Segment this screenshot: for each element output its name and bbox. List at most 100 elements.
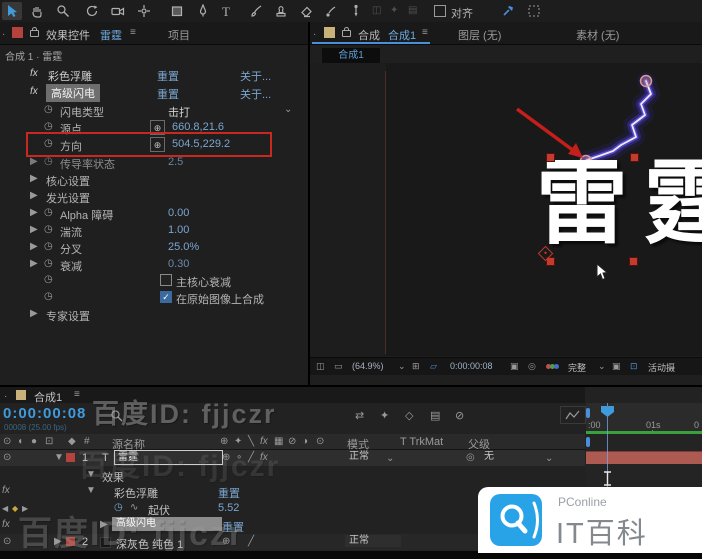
- snapshot-icon[interactable]: ▣: [510, 361, 519, 372]
- keyframe-prev-icon[interactable]: ◀: [2, 504, 8, 514]
- comp-subtab[interactable]: 合成1: [322, 48, 380, 63]
- reset-link[interactable]: 重置: [157, 68, 179, 84]
- fx-badge-icon[interactable]: fx: [2, 520, 10, 530]
- selection-handle[interactable]: [629, 257, 638, 266]
- param-value[interactable]: 2.5: [168, 156, 183, 168]
- lock-icon[interactable]: [342, 27, 351, 37]
- multi-view-icon[interactable]: ◫: [316, 361, 325, 372]
- graph-editor-button[interactable]: [560, 406, 586, 424]
- work-area-start-marker[interactable]: [586, 408, 590, 418]
- selection-handle[interactable]: [546, 153, 555, 162]
- parent-chevron-icon[interactable]: ⌄: [545, 454, 553, 464]
- resolution-chevron-icon[interactable]: ⌄: [598, 361, 606, 372]
- viewer-timecode[interactable]: 0:00:00:08: [450, 361, 493, 371]
- composition-viewport[interactable]: 雷霆: [310, 63, 702, 356]
- composite-toggle-icon[interactable]: ⇄: [355, 411, 364, 422]
- tab-composition-name[interactable]: 合成1: [388, 27, 416, 43]
- tab-project[interactable]: 项目: [168, 27, 190, 43]
- roi-icon[interactable]: ▱: [430, 361, 437, 372]
- stopwatch-icon[interactable]: ◷: [44, 208, 53, 218]
- composite-checkbox[interactable]: ✓: [160, 291, 172, 303]
- type-tool-icon[interactable]: T: [216, 2, 236, 20]
- expander-closed-icon[interactable]: ▶: [30, 242, 38, 252]
- shy-icon[interactable]: ◇: [405, 411, 413, 422]
- group-label[interactable]: 发光设置: [46, 190, 90, 206]
- tab-effect-target[interactable]: 雷霆: [100, 27, 122, 43]
- zoom-tool-icon[interactable]: [53, 2, 73, 20]
- stopwatch-icon[interactable]: ◷: [44, 292, 53, 302]
- panel-menu-icon[interactable]: ≡: [422, 28, 428, 38]
- blend-mode-dropdown[interactable]: 正常: [345, 535, 401, 547]
- in-point-marker[interactable]: [586, 437, 590, 447]
- zoom-level[interactable]: (64.9%): [352, 361, 384, 371]
- pin-blue-icon[interactable]: [498, 2, 518, 20]
- frame-blend-icon[interactable]: ▤: [430, 411, 440, 422]
- channel-blue-dot[interactable]: [554, 364, 559, 369]
- stopwatch-icon[interactable]: ◷: [44, 242, 53, 252]
- tab-composition[interactable]: 合成: [358, 27, 380, 43]
- panel-menu-icon[interactable]: ≡: [74, 390, 80, 400]
- dropdown-value[interactable]: 击打: [168, 104, 190, 120]
- pen-tool-icon[interactable]: [193, 2, 213, 20]
- brush-tool-icon[interactable]: [246, 2, 266, 20]
- trkmat-column[interactable]: T TrkMat: [400, 436, 443, 448]
- reset-link[interactable]: 重置: [218, 485, 240, 501]
- motion-blur-icon[interactable]: ⊘: [455, 411, 464, 422]
- expander-closed-icon[interactable]: ▶: [30, 191, 38, 201]
- parent-dropdown[interactable]: 无: [480, 451, 544, 463]
- monitor-icon[interactable]: ▭: [334, 361, 343, 372]
- clone-stamp-tool-icon[interactable]: [271, 2, 291, 20]
- expander-closed-icon[interactable]: ▶: [30, 225, 38, 235]
- stopwatch-icon[interactable]: ◷: [44, 275, 53, 285]
- expander-closed-icon[interactable]: ▶: [30, 259, 38, 269]
- effect-name-selected[interactable]: 高级闪电: [46, 84, 100, 102]
- eye-toggle-icon[interactable]: ⊙: [3, 453, 11, 463]
- stopwatch-icon[interactable]: ◷: [44, 225, 53, 235]
- param-value[interactable]: 1.00: [168, 224, 189, 236]
- reset-link[interactable]: 重置: [157, 86, 179, 102]
- tab-footage[interactable]: 素材 (无): [576, 27, 619, 43]
- tab-layer[interactable]: 图层 (无): [458, 27, 501, 43]
- parent-pickwhip-icon[interactable]: ◎: [466, 453, 475, 463]
- hand-tool-icon[interactable]: [27, 2, 47, 20]
- pan-behind-tool-icon[interactable]: [134, 2, 154, 20]
- lightning-origin-point[interactable]: [639, 74, 653, 88]
- marquee-dashed-icon[interactable]: [524, 2, 544, 20]
- group-label[interactable]: 专家设置: [46, 308, 90, 324]
- eraser-tool-icon[interactable]: [296, 2, 316, 20]
- stopwatch-icon[interactable]: ◷: [44, 105, 53, 115]
- about-link[interactable]: 关于...: [240, 86, 271, 102]
- expander-open-icon[interactable]: ▼: [86, 486, 96, 496]
- rotate-tool-icon[interactable]: [82, 2, 102, 20]
- expander-closed-icon[interactable]: ▶: [30, 157, 38, 167]
- stopwatch-icon[interactable]: ◷: [44, 157, 53, 167]
- effect-name[interactable]: 彩色浮雕: [48, 68, 92, 84]
- chevron-down-icon[interactable]: ⌄: [284, 105, 292, 115]
- switch-slash-icon[interactable]: ╱: [248, 537, 254, 547]
- tab-timeline-comp[interactable]: 合成1: [34, 389, 62, 405]
- grid-icon[interactable]: ⊞: [412, 361, 420, 372]
- show-snapshot-icon[interactable]: ◎: [528, 361, 536, 372]
- about-link[interactable]: 关于...: [240, 68, 271, 84]
- trkmat-cell[interactable]: [402, 451, 452, 463]
- camera-view-value[interactable]: 活动摄: [648, 361, 675, 374]
- param-value[interactable]: 0.00: [168, 207, 189, 219]
- puppet-pin-tool-icon[interactable]: [346, 2, 366, 20]
- camera-tool-icon[interactable]: [108, 2, 128, 20]
- eye-toggle-icon[interactable]: ⊙: [3, 537, 11, 547]
- group-label[interactable]: 核心设置: [46, 173, 90, 189]
- stopwatch-icon[interactable]: ◷: [44, 259, 53, 269]
- main-core-decay-checkbox[interactable]: [160, 274, 172, 286]
- panel-menu-icon[interactable]: ≡: [130, 28, 136, 38]
- layer-color-swatch[interactable]: [66, 453, 75, 462]
- expander-open-icon[interactable]: ▼: [54, 453, 64, 463]
- param-value[interactable]: 0.30: [168, 258, 189, 270]
- param-value[interactable]: 25.0%: [168, 241, 199, 253]
- zoom-chevron-icon[interactable]: ⌄: [398, 361, 406, 372]
- fx-badge-icon[interactable]: fx: [2, 486, 10, 496]
- snap-checkbox[interactable]: [434, 5, 446, 17]
- selection-tool-icon[interactable]: [2, 2, 22, 20]
- expander-closed-icon[interactable]: ▶: [30, 208, 38, 218]
- current-timecode[interactable]: 0:00:00:08: [3, 405, 86, 422]
- rectangle-tool-icon[interactable]: [167, 2, 187, 20]
